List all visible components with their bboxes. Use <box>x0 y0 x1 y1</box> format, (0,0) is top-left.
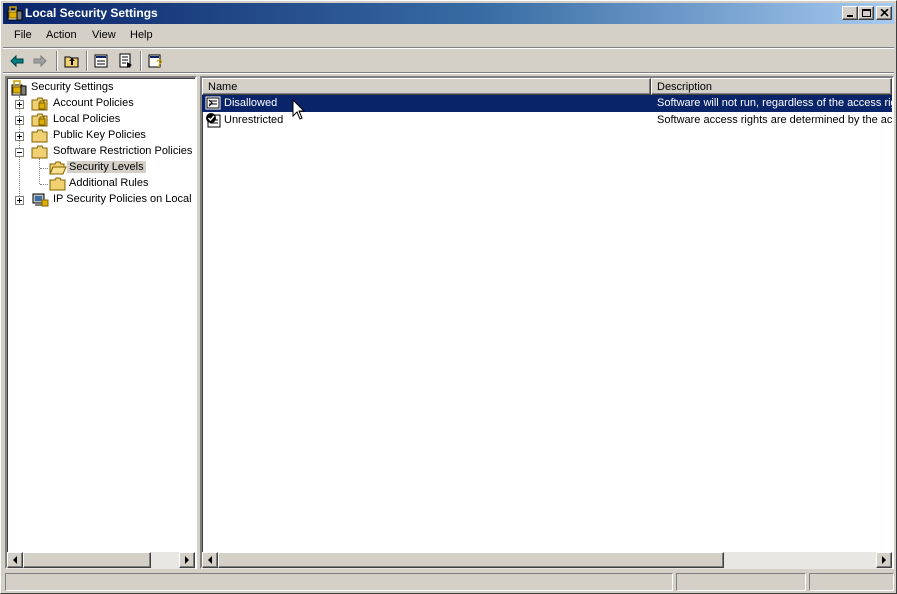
maximize-icon <box>862 9 871 17</box>
toolbar: ? <box>3 49 894 73</box>
open-folder-icon <box>49 161 67 175</box>
tree-item-label: Software Restriction Policies <box>53 145 193 157</box>
back-button[interactable] <box>7 51 27 71</box>
status-bar-pane <box>676 573 806 591</box>
scrollbar-thumb[interactable] <box>23 552 151 568</box>
properties-button[interactable] <box>92 51 112 71</box>
column-header-name[interactable]: Name <box>202 78 651 95</box>
menu-help[interactable]: Help <box>130 29 153 41</box>
export-list-icon <box>119 53 132 68</box>
export-list-button[interactable] <box>116 51 136 71</box>
close-button[interactable] <box>876 6 892 20</box>
tree-item-ip-security-policies[interactable]: IP Security Policies on Local Computer <box>11 192 195 208</box>
scroll-right-button[interactable] <box>876 552 892 568</box>
tree-item-account-policies[interactable]: Account Policies <box>11 96 191 112</box>
tree-item-label: Local Policies <box>53 113 121 125</box>
row-description: Software access rights are determined by… <box>657 114 892 126</box>
scroll-right-button[interactable] <box>179 552 195 568</box>
tree-horizontal-scrollbar[interactable] <box>7 552 195 569</box>
menu-view[interactable]: View <box>92 29 116 41</box>
folder-lock-icon <box>31 113 48 127</box>
properties-icon <box>94 54 108 68</box>
expand-icon[interactable] <box>15 100 24 109</box>
tree-item-additional-rules[interactable]: Additional Rules <box>47 176 167 192</box>
folder-icon <box>31 129 48 143</box>
tree-item-label: Additional Rules <box>69 177 149 189</box>
tree-item-label: IP Security Policies on Local Computer <box>53 193 195 205</box>
network-security-icon <box>32 193 49 207</box>
disallowed-icon <box>205 96 221 110</box>
toolbar-separator <box>86 51 88 71</box>
row-name: Unrestricted <box>224 114 284 126</box>
help-icon: ? <box>148 54 163 69</box>
collapse-icon[interactable] <box>15 148 24 157</box>
tree-item-label: Security Levels <box>67 161 146 173</box>
scroll-left-button[interactable] <box>202 552 218 568</box>
help-button[interactable]: ? <box>146 51 166 71</box>
toolbar-separator <box>56 51 58 71</box>
status-bar-pane <box>809 573 894 591</box>
svg-text:?: ? <box>156 58 163 69</box>
back-arrow-icon <box>10 54 24 68</box>
scrollbar-thumb[interactable] <box>218 552 724 568</box>
window-title: Local Security Settings <box>25 6 158 20</box>
toolbar-separator <box>140 51 142 71</box>
tree-item-label: Account Policies <box>53 97 134 109</box>
menu-action[interactable]: Action <box>46 29 77 41</box>
tree-item-security-levels[interactable]: Security Levels <box>47 160 157 176</box>
folder-icon <box>49 177 66 191</box>
up-one-level-button[interactable] <box>62 51 82 71</box>
tree-item-software-restriction-policies[interactable]: Software Restriction Policies <box>11 144 195 160</box>
toolbar-divider <box>3 72 894 74</box>
list-horizontal-scrollbar[interactable] <box>202 552 892 569</box>
folder-icon <box>31 145 48 159</box>
arrow-left-icon <box>13 556 17 564</box>
minimize-icon <box>847 15 853 17</box>
menu-file[interactable]: File <box>14 29 32 41</box>
status-bar-main <box>5 573 673 591</box>
tree-item-local-policies[interactable]: Local Policies <box>11 112 191 128</box>
folder-lock-icon <box>31 97 48 111</box>
column-header-description[interactable]: Description <box>651 78 892 95</box>
close-icon <box>880 9 889 17</box>
arrow-left-icon <box>208 556 212 564</box>
mouse-cursor-icon <box>292 99 306 120</box>
tree-item-label: Public Key Policies <box>53 129 146 141</box>
tree-pane[interactable]: Security Settings Account Policies Local… <box>5 76 197 569</box>
security-settings-icon <box>11 80 27 96</box>
expand-icon[interactable] <box>15 132 24 141</box>
unrestricted-icon <box>206 113 221 128</box>
list-pane[interactable]: Name Description Disallowed Software wil… <box>200 76 894 569</box>
security-settings-icon <box>7 6 23 21</box>
menu-bar: File Action View Help <box>3 26 894 46</box>
maximize-button[interactable] <box>858 6 874 20</box>
window: Local Security Settings File Action View… <box>0 0 897 594</box>
arrow-right-icon <box>185 556 189 564</box>
row-name: Disallowed <box>224 97 278 109</box>
expand-icon[interactable] <box>15 196 24 205</box>
forward-arrow-icon <box>33 54 47 68</box>
up-folder-icon <box>64 56 79 68</box>
expand-icon[interactable] <box>15 116 24 125</box>
list-header: Name Description <box>202 78 892 95</box>
arrow-right-icon <box>882 556 886 564</box>
minimize-button[interactable] <box>842 6 858 20</box>
forward-button[interactable] <box>30 51 50 71</box>
tree-item-public-key-policies[interactable]: Public Key Policies <box>11 128 191 144</box>
tree-item-label: Security Settings <box>31 81 114 93</box>
scroll-left-button[interactable] <box>7 552 23 568</box>
title-bar[interactable]: Local Security Settings <box>3 3 894 24</box>
tree-line <box>39 158 40 184</box>
row-description: Software will not run, regardless of the… <box>657 97 892 109</box>
